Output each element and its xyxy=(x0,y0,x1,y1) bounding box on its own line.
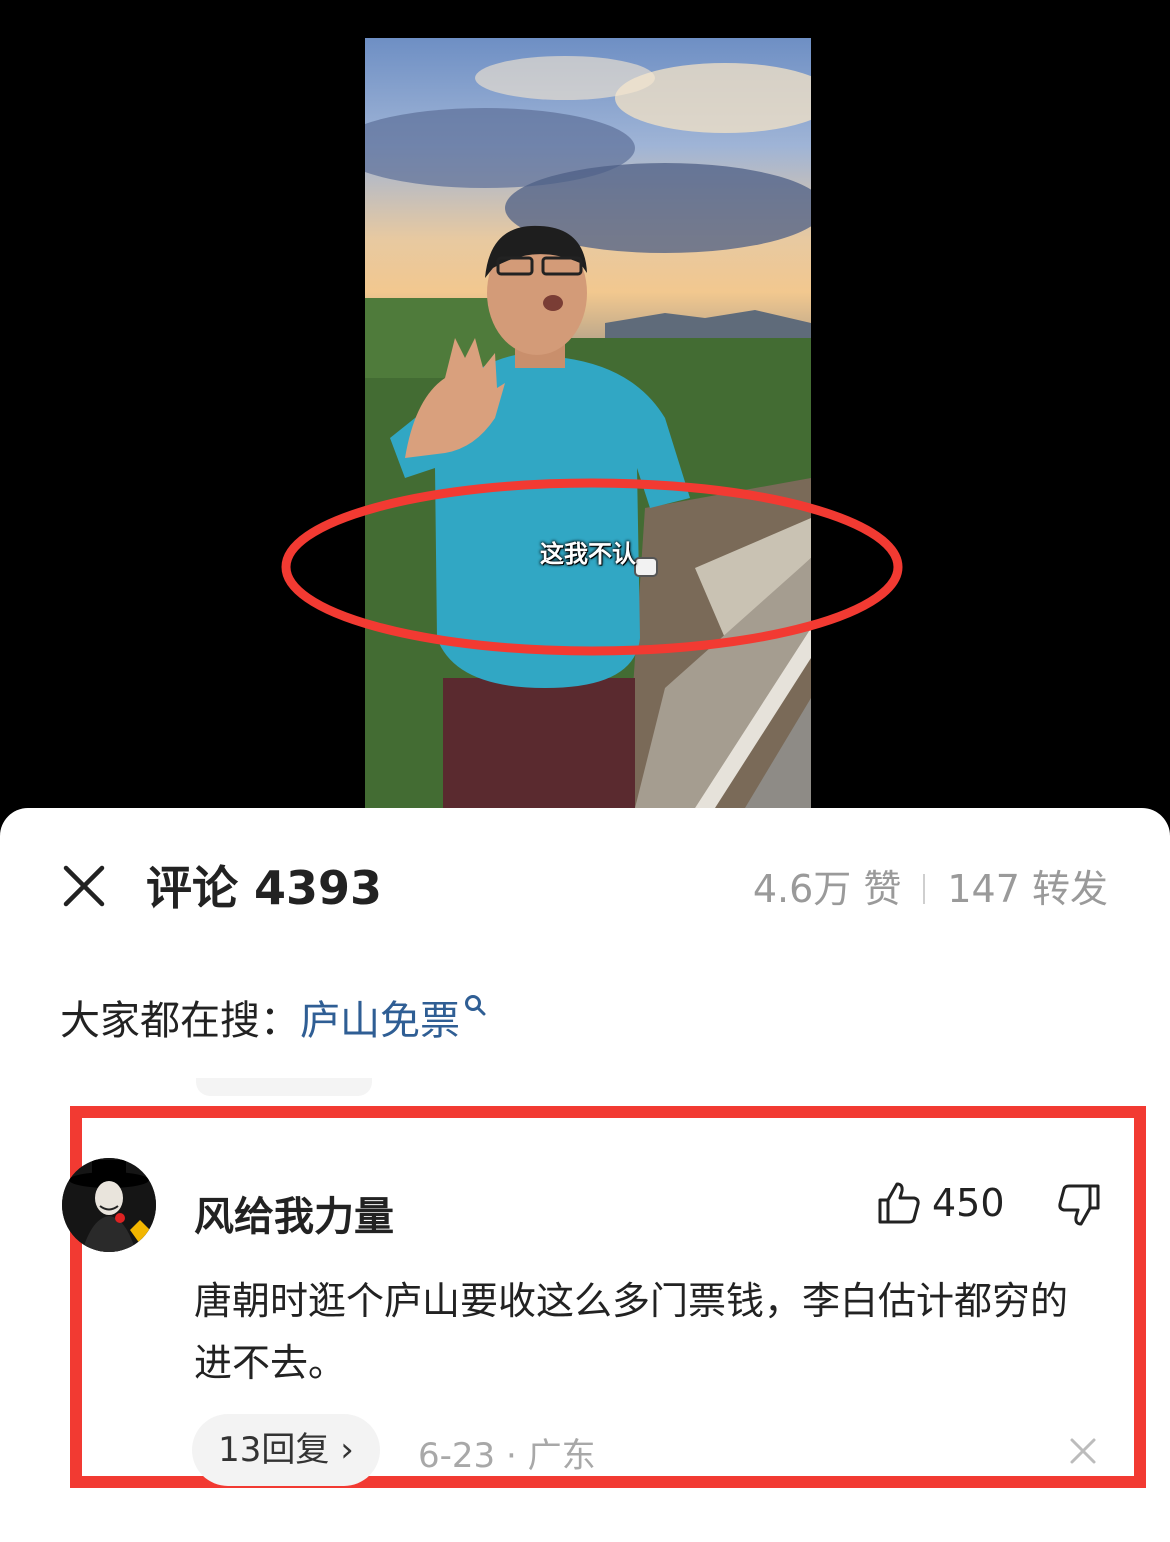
comments-title: 评论 4393 xyxy=(146,861,383,915)
comment-body: 唐朝时逛个庐山要收这么多门票钱，李白估计都穷的进不去。 xyxy=(194,1279,1069,1385)
trending-term[interactable]: 庐山免票 xyxy=(300,998,460,1044)
dismiss-button[interactable] xyxy=(1068,1436,1098,1466)
thumbs-down-icon xyxy=(1058,1184,1100,1226)
shares-count[interactable]: 147 转发 xyxy=(947,867,1108,911)
annotation-ellipse xyxy=(281,478,903,656)
dismiss-icon xyxy=(1070,1438,1096,1464)
comment-username[interactable]: 风给我力量 xyxy=(194,1184,394,1242)
divider-pill xyxy=(196,1078,372,1096)
dislike-button[interactable] xyxy=(1056,1182,1104,1230)
close-button[interactable] xyxy=(60,862,108,910)
post-stats: 4.6万 赞 147 转发 xyxy=(753,858,1108,913)
like-count: 450 xyxy=(932,1181,1005,1225)
avatar[interactable] xyxy=(62,1158,156,1252)
search-icon[interactable] xyxy=(464,994,486,1016)
comment-meta: 6-23 · 广东 xyxy=(418,1436,596,1476)
video-player[interactable]: 这我不认 xyxy=(0,0,1170,808)
close-icon xyxy=(63,865,105,907)
thumbs-up-icon xyxy=(878,1182,920,1224)
stats-divider xyxy=(923,874,926,904)
like-button[interactable]: 450 xyxy=(876,1180,1005,1230)
replies-button[interactable]: 13回复 › xyxy=(192,1414,380,1486)
likes-count[interactable]: 4.6万 赞 xyxy=(753,867,902,911)
comments-sheet: 评论 4393 4.6万 赞 147 转发 大家都在搜：庐山免票 风给我力量 45… xyxy=(0,808,1170,1542)
trending-label: 大家都在搜： xyxy=(60,998,300,1044)
avatar-image xyxy=(62,1158,156,1252)
trending-search: 大家都在搜：庐山免票 xyxy=(60,988,486,1046)
